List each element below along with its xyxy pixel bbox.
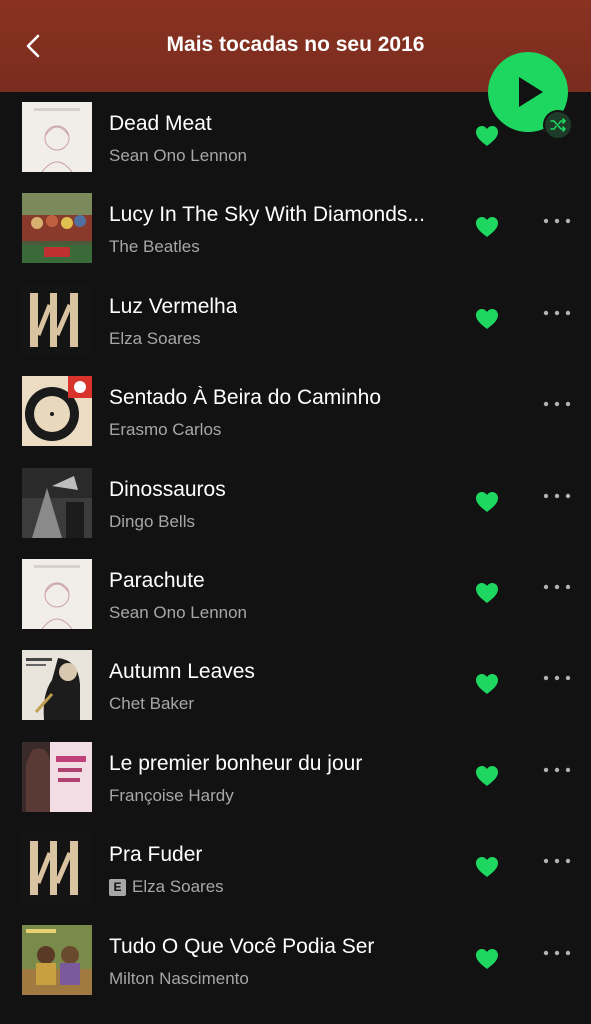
like-button[interactable] bbox=[475, 673, 499, 695]
album-cover bbox=[22, 924, 92, 995]
more-options-button[interactable] bbox=[543, 583, 571, 591]
track-artist: Elza Soares bbox=[109, 329, 201, 349]
album-cover bbox=[22, 833, 92, 904]
more-options-button[interactable] bbox=[543, 674, 571, 682]
more-dots-icon bbox=[543, 858, 571, 864]
artist-name: Milton Nascimento bbox=[109, 968, 249, 988]
album-cover bbox=[22, 376, 92, 447]
more-dots-icon bbox=[543, 310, 571, 315]
album-art-image bbox=[22, 102, 92, 172]
heart-icon bbox=[476, 857, 498, 878]
more-options-button[interactable] bbox=[543, 400, 571, 408]
artist-name: Chet Baker bbox=[109, 694, 195, 714]
more-options-button[interactable] bbox=[543, 217, 571, 225]
track-artist: Sean Ono Lennon bbox=[109, 603, 247, 623]
album-cover bbox=[22, 558, 92, 629]
track-artist: Dingo Bells bbox=[109, 512, 195, 532]
artist-name: Sean Ono Lennon bbox=[109, 602, 248, 622]
track-title: Sentado À Beira do Caminho bbox=[109, 386, 382, 410]
artist-name: The Beatles bbox=[109, 237, 200, 257]
track-row-6[interactable]: Parachute Sean Ono Lennon bbox=[0, 549, 591, 640]
album-cover bbox=[22, 741, 92, 812]
track-title: Tudo O Que Você Podia Ser bbox=[109, 934, 375, 958]
track-row-8[interactable]: Le premier bonheur du jour Françoise Har… bbox=[0, 732, 591, 823]
album-cover bbox=[22, 467, 92, 538]
album-art-image bbox=[22, 558, 92, 629]
heart-icon bbox=[476, 491, 498, 512]
artist-name: Elza Soares bbox=[109, 328, 201, 348]
heart-icon bbox=[476, 308, 498, 329]
track-row-9[interactable]: Pra Fuder E Elza Soares bbox=[0, 823, 591, 914]
track-title: Parachute bbox=[109, 568, 205, 592]
artist-name: Erasmo Carlos bbox=[109, 420, 222, 440]
album-cover bbox=[22, 284, 92, 355]
more-dots-icon bbox=[543, 584, 571, 590]
more-dots-icon bbox=[543, 950, 571, 955]
track-artist: Françoise Hardy bbox=[109, 786, 234, 806]
track-title: Autumn Leaves bbox=[109, 660, 255, 684]
like-button[interactable] bbox=[475, 308, 499, 330]
like-button[interactable] bbox=[475, 582, 499, 604]
more-dots-icon bbox=[543, 676, 571, 681]
track-artist: Sean Ono Lennon bbox=[109, 146, 247, 166]
heart-icon bbox=[476, 948, 498, 969]
track-title: Pra Fuder bbox=[109, 843, 203, 867]
track-row-4[interactable]: Sentado À Beira do Caminho Erasmo Carlos bbox=[0, 366, 591, 457]
like-button[interactable] bbox=[475, 216, 499, 238]
like-button[interactable] bbox=[475, 491, 499, 513]
heart-icon bbox=[476, 217, 498, 238]
track-row-5[interactable]: Dinossauros Dingo Bells bbox=[0, 458, 591, 549]
album-cover bbox=[22, 102, 92, 172]
artist-name: Elza Soares bbox=[132, 877, 224, 897]
more-options-button[interactable] bbox=[543, 857, 571, 865]
track-title: Le premier bonheur du jour bbox=[109, 751, 363, 775]
track-artist: Chet Baker bbox=[109, 694, 194, 714]
album-art-image bbox=[22, 284, 92, 355]
like-button[interactable] bbox=[475, 856, 499, 878]
track-artist: Milton Nascimento bbox=[109, 969, 249, 989]
album-art-image bbox=[22, 650, 92, 721]
shuffle-badge[interactable] bbox=[543, 110, 573, 140]
track-artist: E Elza Soares bbox=[109, 877, 224, 897]
heart-icon bbox=[476, 674, 498, 695]
album-cover bbox=[22, 193, 92, 264]
like-button[interactable] bbox=[475, 948, 499, 970]
shuffle-icon bbox=[550, 118, 566, 132]
album-cover bbox=[22, 650, 92, 721]
album-art-image bbox=[22, 741, 92, 812]
more-dots-icon bbox=[543, 219, 571, 224]
more-options-button[interactable] bbox=[543, 949, 571, 957]
artist-name: Dingo Bells bbox=[109, 511, 195, 531]
explicit-badge: E bbox=[109, 878, 126, 896]
album-art-image bbox=[22, 193, 92, 264]
track-artist: Erasmo Carlos bbox=[109, 420, 221, 440]
track-row-10[interactable]: Tudo O Que Você Podia Ser Milton Nascime… bbox=[0, 915, 591, 1006]
more-dots-icon bbox=[543, 401, 571, 407]
album-art-image bbox=[22, 833, 92, 904]
more-options-button[interactable] bbox=[543, 309, 571, 317]
track-row-3[interactable]: Luz Vermelha Elza Soares bbox=[0, 275, 591, 366]
more-options-button[interactable] bbox=[543, 492, 571, 500]
artist-name: Sean Ono Lennon bbox=[109, 146, 248, 165]
heart-icon bbox=[476, 582, 498, 603]
more-dots-icon bbox=[543, 767, 571, 772]
track-artist: The Beatles bbox=[109, 237, 200, 257]
track-title: Lucy In The Sky With Diamonds... bbox=[109, 203, 425, 227]
like-button[interactable] bbox=[475, 765, 499, 787]
heart-icon bbox=[476, 765, 498, 786]
track-row-7[interactable]: Autumn Leaves Chet Baker bbox=[0, 640, 591, 731]
artist-name: Françoise Hardy bbox=[109, 785, 234, 805]
album-art-image bbox=[22, 467, 92, 538]
more-options-button[interactable] bbox=[543, 766, 571, 774]
track-title: Dead Meat bbox=[109, 112, 212, 135]
track-title: Dinossauros bbox=[109, 477, 226, 501]
album-art-image bbox=[22, 376, 92, 447]
track-title: Luz Vermelha bbox=[109, 294, 238, 318]
track-row-2[interactable]: Lucy In The Sky With Diamonds... The Bea… bbox=[0, 183, 591, 274]
album-art-image bbox=[22, 924, 92, 995]
more-dots-icon bbox=[543, 493, 571, 498]
track-list: Dead Meat Sean Ono Lennon Lucy In The Sk… bbox=[0, 92, 591, 1006]
